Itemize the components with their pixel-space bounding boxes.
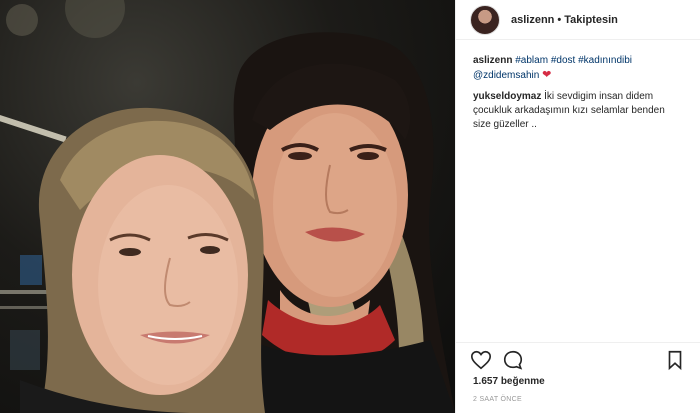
action-bar [456, 342, 700, 376]
heart-emoji: ❤ [542, 69, 552, 81]
photo-illustration [0, 0, 455, 413]
avatar[interactable] [470, 4, 500, 35]
comment-item: yukseldoymaz İki sevdigim insan didem ço… [473, 90, 682, 132]
comments-section: aslizenn #ablam #dost #kadınındibi @zdid… [456, 40, 700, 132]
likes-number: 1.657 [473, 376, 499, 387]
post-timestamp: 2 SAAT ÖNCE [473, 396, 522, 403]
caption-username[interactable]: aslizenn [473, 55, 512, 66]
speech-bubble-icon[interactable] [502, 349, 524, 371]
likes-count[interactable]: 1.657 beğenme [473, 376, 545, 387]
mention-link[interactable]: @zdidemsahin [473, 70, 539, 81]
post-photo[interactable] [0, 0, 455, 413]
heart-outline-icon[interactable] [470, 349, 492, 371]
post-detail-panel: aslizenn • Takiptesin aslizenn #ablam #d… [455, 0, 700, 413]
likes-label: beğenme [500, 376, 545, 387]
hashtag-link[interactable]: #dost [551, 55, 575, 66]
bookmark-icon[interactable] [664, 349, 686, 371]
header-username[interactable]: aslizenn [511, 14, 554, 26]
hashtag-link[interactable]: #ablam [515, 55, 548, 66]
comment-username[interactable]: yukseldoymaz [473, 91, 541, 102]
header-separator: • [557, 13, 562, 26]
post-header: aslizenn • Takiptesin [456, 0, 700, 40]
caption: aslizenn #ablam #dost #kadınındibi @zdid… [473, 54, 682, 83]
hashtag-link[interactable]: #kadınındibi [578, 55, 632, 66]
follow-status[interactable]: Takiptesin [564, 14, 618, 26]
